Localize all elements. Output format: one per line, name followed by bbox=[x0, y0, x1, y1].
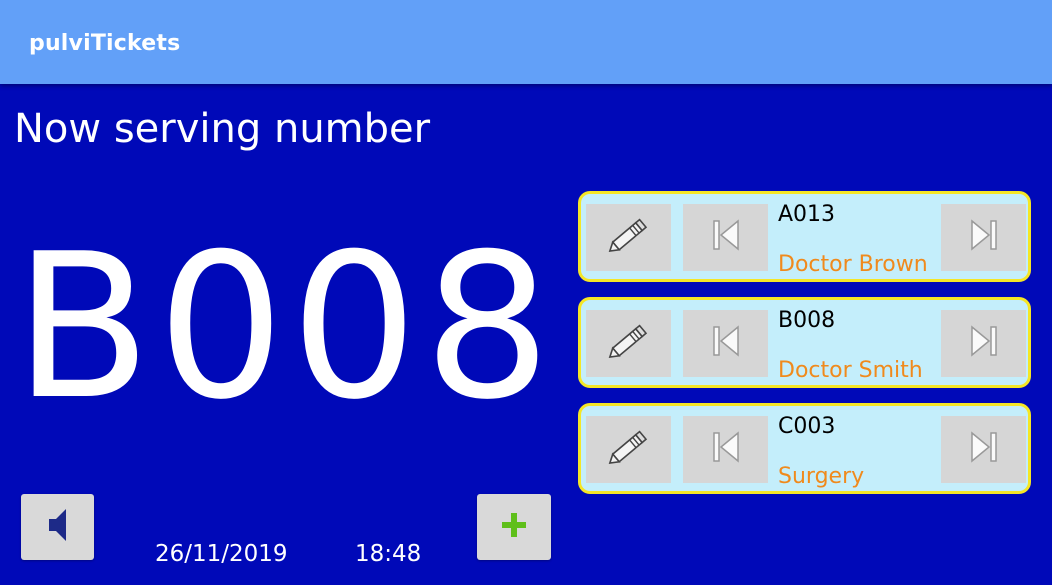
sound-button[interactable] bbox=[21, 494, 94, 560]
queue-code: B008 bbox=[778, 308, 836, 333]
pencil-icon bbox=[604, 422, 654, 477]
queue-name: Surgery bbox=[778, 464, 865, 489]
queue-name: Doctor Smith bbox=[778, 358, 923, 383]
skip-previous-icon bbox=[711, 324, 741, 363]
edit-button[interactable] bbox=[586, 204, 671, 271]
previous-button[interactable] bbox=[683, 310, 768, 377]
queue-name: Doctor Brown bbox=[778, 252, 928, 277]
queue-card: C003 Surgery bbox=[578, 403, 1031, 494]
edit-button[interactable] bbox=[586, 416, 671, 483]
date-label: 26/11/2019 bbox=[155, 541, 288, 567]
pencil-icon bbox=[604, 210, 654, 265]
next-button[interactable] bbox=[941, 416, 1026, 483]
skip-next-icon bbox=[969, 218, 999, 257]
now-serving-number: B008 bbox=[14, 211, 557, 444]
time-label: 18:48 bbox=[355, 541, 422, 567]
skip-next-icon bbox=[969, 324, 999, 363]
speaker-icon bbox=[47, 507, 69, 548]
next-button[interactable] bbox=[941, 310, 1026, 377]
queue-card: A013 Doctor Brown bbox=[578, 191, 1031, 282]
queue-card: B008 Doctor Smith bbox=[578, 297, 1031, 388]
page-heading: Now serving number bbox=[14, 106, 431, 152]
queue-code: A013 bbox=[778, 202, 836, 227]
queue-code: C003 bbox=[778, 414, 836, 439]
add-queue-button[interactable] bbox=[477, 494, 551, 560]
previous-button[interactable] bbox=[683, 416, 768, 483]
next-button[interactable] bbox=[941, 204, 1026, 271]
skip-previous-icon bbox=[711, 218, 741, 257]
app-bar: pulviTickets bbox=[0, 0, 1052, 84]
skip-next-icon bbox=[969, 430, 999, 469]
pencil-icon bbox=[604, 316, 654, 371]
edit-button[interactable] bbox=[586, 310, 671, 377]
previous-button[interactable] bbox=[683, 204, 768, 271]
app-title: pulviTickets bbox=[29, 31, 181, 56]
plus-icon bbox=[501, 512, 527, 543]
skip-previous-icon bbox=[711, 430, 741, 469]
